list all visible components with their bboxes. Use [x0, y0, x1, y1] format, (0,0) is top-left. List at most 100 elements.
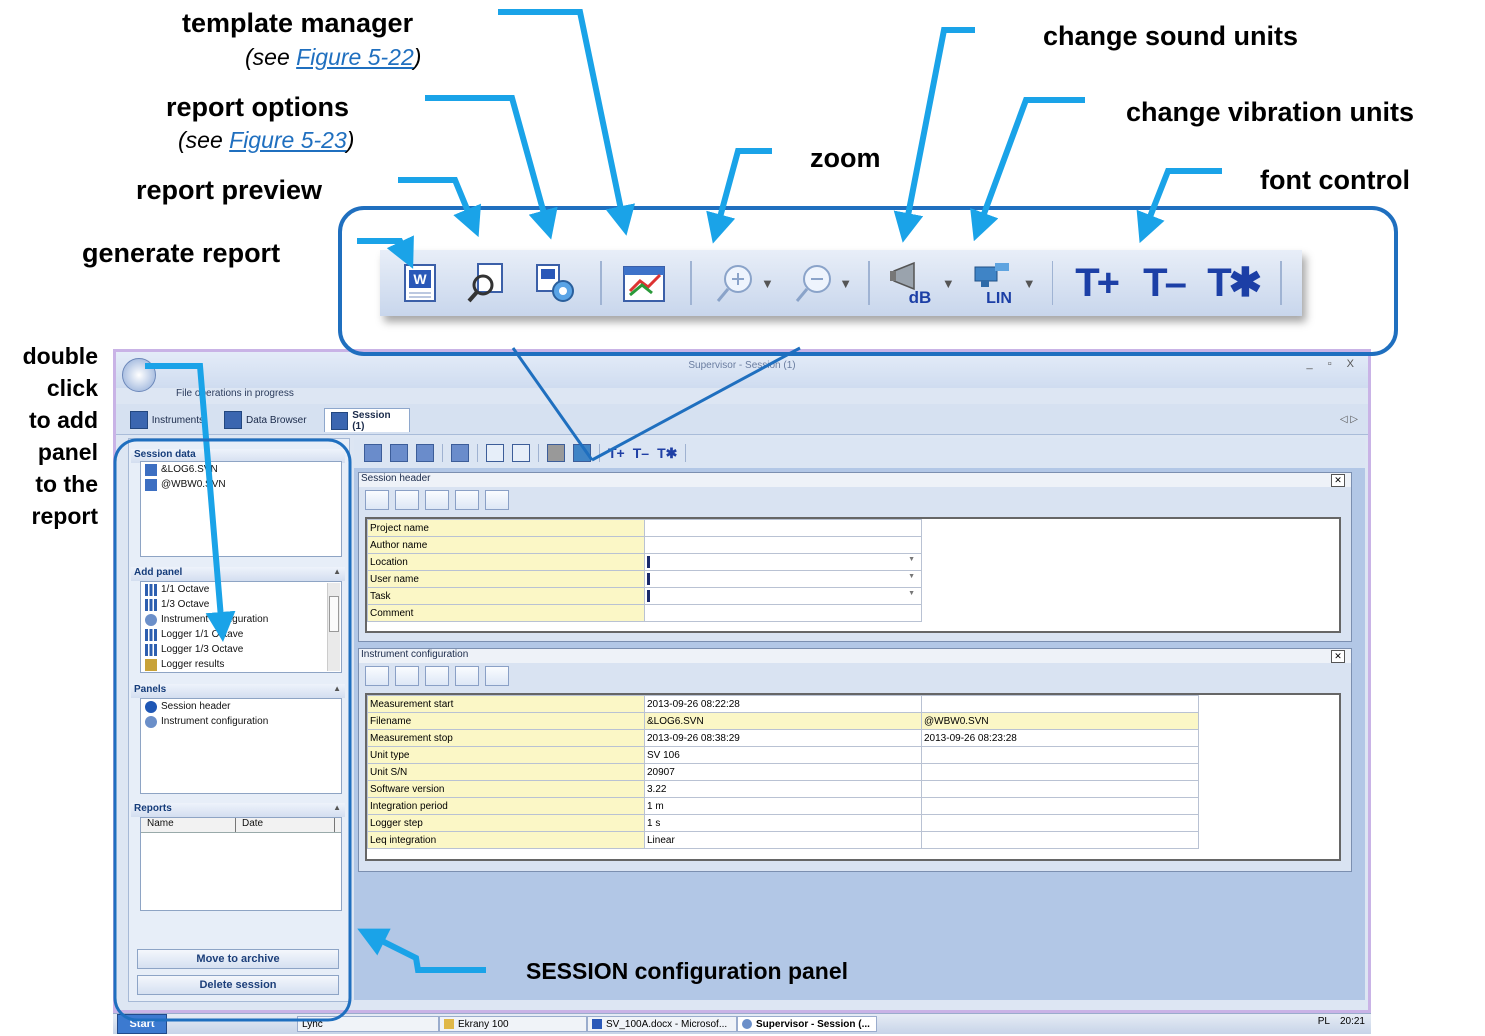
- column-header-name[interactable]: Name: [141, 818, 236, 832]
- list-item[interactable]: 1/1 Octave: [141, 582, 341, 597]
- report-options-icon[interactable]: [416, 444, 434, 462]
- section-reports[interactable]: Reports ▲: [131, 803, 345, 817]
- tab-session[interactable]: Session (1): [324, 408, 410, 432]
- comment-field[interactable]: [644, 604, 922, 622]
- folder-icon: [444, 1019, 454, 1029]
- window-controls[interactable]: _ ▫ X: [1307, 358, 1360, 370]
- copy-button[interactable]: [485, 666, 509, 686]
- tab-data-browser[interactable]: Data Browser: [218, 408, 318, 432]
- location-combo[interactable]: ▼: [644, 553, 922, 571]
- table-row: Measurement start 2013-09-26 08:22:28: [367, 695, 1199, 713]
- list-item[interactable]: Logger results: [141, 657, 341, 672]
- layout-button[interactable]: [365, 490, 389, 510]
- taskbar-item-word[interactable]: SV_100A.docx - Microsof...: [587, 1016, 737, 1032]
- clock[interactable]: 20:21: [1340, 1016, 1365, 1027]
- text-format-button[interactable]: [395, 666, 419, 686]
- change-sound-units-button[interactable]: dB: [889, 258, 938, 308]
- taskbar-item-lync[interactable]: Lync: [297, 1016, 439, 1032]
- zoom-out-dropdown-icon[interactable]: ▼: [839, 276, 852, 291]
- start-button[interactable]: Start: [117, 1014, 167, 1034]
- copy-button[interactable]: [485, 490, 509, 510]
- author-name-field[interactable]: [644, 536, 922, 554]
- add-panel-list: 1/1 Octave 1/3 Octave Instrument configu…: [140, 581, 342, 673]
- table-row: Task ▼: [367, 587, 922, 605]
- callout-report-options-note: (see Figure 5-23): [178, 127, 355, 153]
- list-item[interactable]: Session header: [141, 699, 341, 714]
- list-item[interactable]: Instrument configuration: [141, 612, 341, 627]
- generate-report-button[interactable]: W: [398, 258, 443, 308]
- delete-session-button[interactable]: Delete session: [137, 975, 339, 995]
- collapse-icon: ▲: [333, 803, 341, 812]
- font-increase-button[interactable]: T+: [1073, 258, 1120, 308]
- font-reset-button[interactable]: T✱: [1207, 258, 1262, 308]
- font-increase-icon: T+: [1075, 260, 1120, 305]
- vibration-units-icon[interactable]: [573, 444, 591, 462]
- session-header-grid: Project name Author name Location ▼ User …: [365, 517, 1341, 633]
- language-indicator[interactable]: PL: [1318, 1016, 1330, 1027]
- callout-session-config-panel: SESSION configuration panel: [526, 958, 849, 984]
- sound-units-dropdown-icon[interactable]: ▼: [942, 276, 955, 291]
- report-preview-icon[interactable]: [390, 444, 408, 462]
- generate-report-icon[interactable]: [364, 444, 382, 462]
- table-row: Comment: [367, 604, 922, 622]
- project-name-field[interactable]: [644, 519, 922, 537]
- color-button[interactable]: [425, 490, 449, 510]
- font-increase-icon[interactable]: T+: [608, 445, 625, 461]
- supervisor-icon: [742, 1019, 752, 1029]
- section-add-panel[interactable]: Add panel ▲: [131, 567, 345, 581]
- font-decrease-button[interactable]: T–: [1141, 258, 1187, 308]
- taskbar-item-ekrany[interactable]: Ekrany 100: [439, 1016, 587, 1032]
- zoom-in-button[interactable]: [712, 258, 757, 308]
- add-panel-scrollbar[interactable]: [327, 583, 340, 671]
- zoom-in-icon[interactable]: [486, 444, 504, 462]
- color-button[interactable]: [425, 666, 449, 686]
- task-combo[interactable]: ▼: [644, 587, 922, 605]
- table-button[interactable]: [455, 666, 479, 686]
- report-preview-button[interactable]: [465, 258, 510, 308]
- template-manager-icon[interactable]: [451, 444, 469, 462]
- figure-5-22-link[interactable]: Figure 5-22: [296, 44, 414, 70]
- user-name-combo[interactable]: ▼: [644, 570, 922, 588]
- list-item[interactable]: &LOG6.SVN: [141, 462, 341, 477]
- logger-results-icon: [145, 658, 157, 671]
- column-header-date[interactable]: Date: [236, 818, 335, 832]
- font-decrease-icon[interactable]: T–: [633, 445, 649, 461]
- font-reset-icon[interactable]: T✱: [657, 445, 677, 462]
- tab-instruments[interactable]: Instruments: [124, 408, 210, 432]
- reports-list: Name Date: [140, 817, 342, 911]
- list-item[interactable]: Logger 1/1 Octave: [141, 627, 341, 642]
- arrow-template-manager: [498, 9, 636, 236]
- table-row: Author name: [367, 536, 922, 554]
- chevron-down-icon: ▼: [908, 590, 915, 597]
- panel-title: Session header: [359, 473, 1351, 487]
- text-format-button[interactable]: [395, 490, 419, 510]
- template-manager-button[interactable]: [622, 258, 668, 308]
- arrow-report-preview: [398, 177, 481, 238]
- close-icon[interactable]: ✕: [1331, 650, 1345, 663]
- vibration-units-dropdown-icon[interactable]: ▼: [1023, 276, 1036, 291]
- move-to-archive-button[interactable]: Move to archive: [137, 949, 339, 969]
- arrow-font-control: [1136, 168, 1222, 244]
- report-options-button[interactable]: [533, 258, 578, 308]
- list-item[interactable]: Instrument configuration: [141, 714, 341, 729]
- change-vibration-units-button[interactable]: LIN: [971, 258, 1019, 308]
- callout-zoom: zoom: [810, 143, 881, 173]
- layout-button[interactable]: [365, 666, 389, 686]
- close-icon[interactable]: ✕: [1331, 474, 1345, 487]
- zoom-out-button[interactable]: [790, 258, 835, 308]
- list-item[interactable]: Logger 1/3 Octave: [141, 642, 341, 657]
- tab-scroll-arrows[interactable]: ◁ ▷: [1340, 414, 1358, 425]
- taskbar-item-supervisor[interactable]: Supervisor - Session (...: [737, 1016, 877, 1032]
- table-button[interactable]: [455, 490, 479, 510]
- panels-list: Session header Instrument configuration: [140, 698, 342, 794]
- callout-report-options: report options: [166, 92, 349, 122]
- sound-units-icon[interactable]: [547, 444, 565, 462]
- zoom-out-icon[interactable]: [512, 444, 530, 462]
- section-panels[interactable]: Panels ▲: [131, 684, 345, 698]
- list-item[interactable]: 1/3 Octave: [141, 597, 341, 612]
- figure-5-23-link[interactable]: Figure 5-23: [229, 127, 347, 153]
- zoom-in-dropdown-icon[interactable]: ▼: [761, 276, 774, 291]
- session-configuration-panel: Session data &LOG6.SVN @WBW0.SVN Add pan…: [128, 438, 350, 1002]
- collapse-icon: ▲: [333, 684, 341, 693]
- list-item[interactable]: @WBW0.SVN: [141, 477, 341, 492]
